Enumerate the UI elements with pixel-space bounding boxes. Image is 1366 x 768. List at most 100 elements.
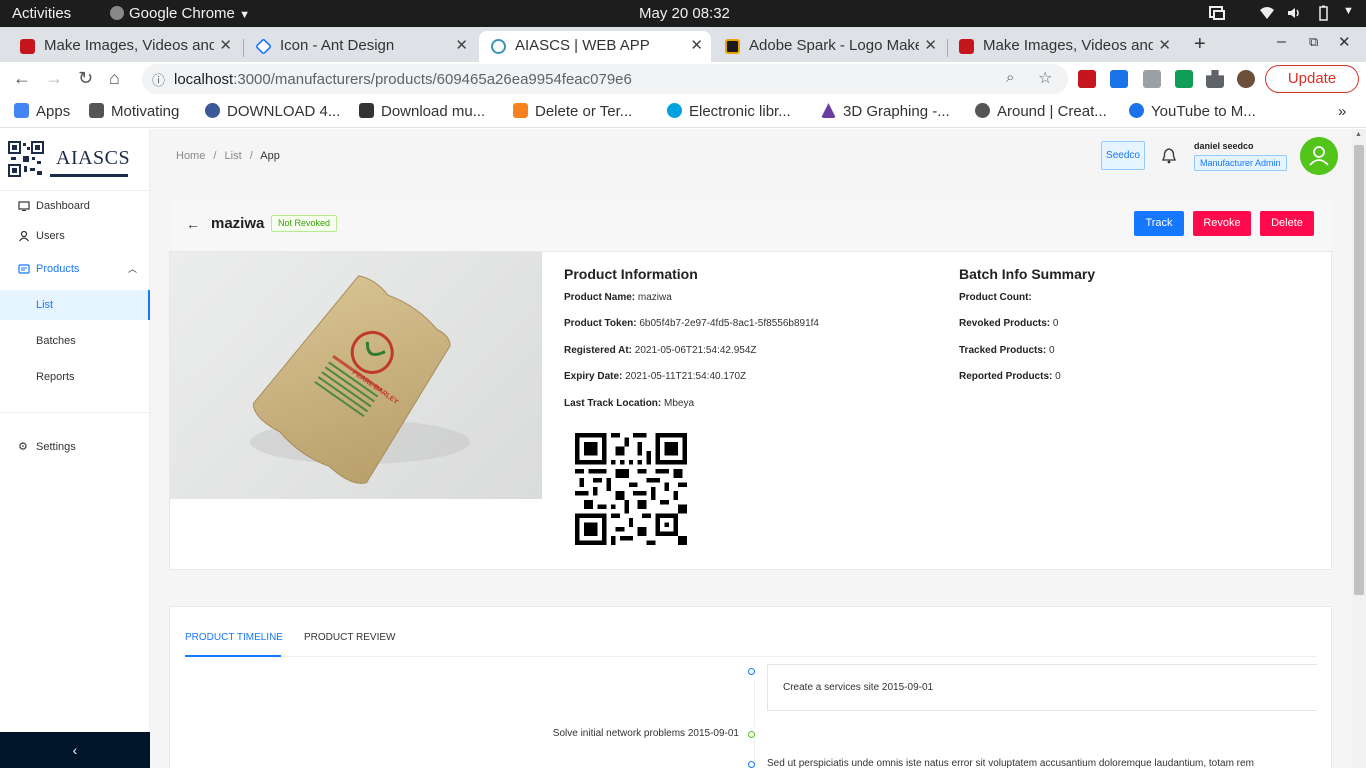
site-favicon-icon — [513, 103, 528, 118]
battery-icon[interactable] — [1315, 5, 1331, 21]
tab-title: Icon - Ant Design — [280, 37, 395, 54]
zoom-icon[interactable]: ⌕ — [1006, 69, 1014, 86]
sidebar-item-users[interactable]: Users — [0, 221, 150, 251]
page-scrollbar[interactable]: ▲ — [1352, 129, 1366, 768]
minimize-icon[interactable]: – — [1277, 33, 1286, 51]
update-button[interactable]: Update — [1265, 65, 1359, 93]
app-menu[interactable]: Google Chrome ▼ — [110, 5, 250, 22]
tab-active-indicator — [185, 655, 281, 657]
extension-icon[interactable] — [1175, 70, 1193, 88]
field-value: 0 — [1052, 318, 1059, 329]
bell-icon[interactable] — [1162, 148, 1176, 164]
bookmark-item[interactable]: DOWNLOAD 4... — [205, 103, 340, 120]
sidebar-item-dashboard[interactable]: Dashboard — [0, 191, 150, 221]
forward-icon[interactable]: → — [45, 68, 63, 89]
bookmark-item[interactable]: YouTube to M... — [1129, 103, 1256, 120]
timeline-event-box: Create a services site 2015-09-01 — [767, 664, 1317, 711]
bookmark-item[interactable]: Around | Creat... — [975, 103, 1107, 120]
home-icon[interactable]: ⌂ — [109, 68, 120, 89]
wifi-icon[interactable] — [1259, 5, 1275, 21]
activities-button[interactable]: Activities — [12, 5, 71, 22]
browser-tab[interactable]: Adobe Spark - Logo Make ✕ — [713, 31, 945, 62]
bookmark-star-icon[interactable]: ☆ — [1038, 68, 1052, 88]
timeline-event-text: Sed ut perspiciatis unde omnis iste natu… — [767, 758, 1254, 768]
puzzle-icon[interactable] — [1206, 70, 1224, 88]
browser-tab[interactable]: Make Images, Videos and ✕ — [8, 31, 240, 62]
address-bar[interactable]: ⓘ localhost:3000/manufacturers/products/… — [142, 64, 1068, 94]
close-icon[interactable]: ✕ — [690, 36, 703, 54]
bookmark-item[interactable]: 3D Graphing -... — [821, 103, 950, 120]
clock[interactable]: May 20 08:32 — [639, 5, 730, 22]
bookmark-label: DOWNLOAD 4... — [227, 103, 341, 120]
restore-icon[interactable]: ⧉ — [1309, 34, 1318, 50]
field-value: maziwa — [637, 292, 672, 303]
product-name-field: Product Name: maziwa — [564, 292, 672, 303]
site-favicon-icon — [205, 103, 220, 118]
tab-product-review[interactable]: PRODUCT REVIEW — [304, 632, 396, 643]
breadcrumb-home[interactable]: Home — [176, 150, 205, 162]
back-icon[interactable]: ← — [13, 68, 31, 89]
track-button[interactable]: Track — [1134, 211, 1184, 236]
user-name: daniel seedco — [1194, 141, 1254, 151]
sidebar-item-products[interactable]: Products ︿ — [0, 254, 150, 284]
new-tab-plus-icon[interactable]: + — [1194, 33, 1206, 56]
sidebar-item-label: Products — [36, 263, 80, 275]
browser-tab-active[interactable]: AIASCS | WEB APP ✕ — [479, 31, 711, 62]
browser-tab[interactable]: Make Images, Videos and ✕ — [947, 31, 1179, 62]
sidebar-item-label: Batches — [36, 335, 76, 347]
bookmarks-overflow-icon[interactable]: » — [1338, 103, 1346, 120]
delete-button[interactable]: Delete — [1260, 211, 1314, 236]
sidebar-item-reports[interactable]: Reports — [0, 362, 150, 392]
react-favicon-icon — [491, 39, 506, 54]
bookmark-apps[interactable]: Apps — [14, 103, 70, 120]
reload-icon[interactable]: ↻ — [78, 68, 93, 89]
scrollbar-thumb[interactable] — [1354, 145, 1364, 595]
bookmark-label: YouTube to M... — [1151, 103, 1256, 120]
products-icon — [18, 264, 30, 274]
bookmark-folder[interactable]: Motivating — [89, 103, 179, 120]
scroll-up-icon[interactable]: ▲ — [1355, 131, 1362, 138]
sidebar-item-batches[interactable]: Batches — [0, 326, 150, 356]
screen-icon[interactable] — [1209, 5, 1225, 21]
product-information-title: Product Information — [564, 266, 698, 282]
extension-icon[interactable] — [1110, 70, 1128, 88]
extension-icon[interactable] — [1143, 70, 1161, 88]
bookmark-item[interactable]: Download mu... — [359, 103, 485, 120]
system-menu-caret-icon[interactable]: ▼ — [1343, 5, 1354, 17]
close-icon[interactable]: ✕ — [924, 36, 937, 54]
app-logo[interactable]: AIASCS — [8, 141, 148, 181]
breadcrumb-list[interactable]: List — [225, 150, 242, 162]
product-count-field: Product Count: — [959, 292, 1032, 303]
last-track-location-field: Last Track Location: Mbeya — [564, 398, 694, 409]
back-arrow-icon[interactable]: ← — [186, 216, 200, 232]
bookmark-label: Around | Creat... — [997, 103, 1107, 120]
bookmarks-bar: Apps Motivating DOWNLOAD 4... Download m… — [0, 96, 1366, 128]
tracked-products-field: Tracked Products: 0 — [959, 345, 1055, 356]
avatar[interactable] — [1300, 137, 1338, 175]
url-path: :3000/manufacturers/products/609465a26ea… — [233, 71, 632, 88]
org-badge[interactable]: Seedco — [1101, 141, 1145, 170]
sidebar-item-settings[interactable]: ⚙ Settings — [0, 432, 150, 462]
bookmark-label: Electronic libr... — [689, 103, 791, 120]
url-text[interactable]: localhost:3000/manufacturers/products/60… — [174, 71, 632, 88]
field-value: Mbeya — [664, 398, 695, 409]
close-icon[interactable]: ✕ — [219, 36, 232, 54]
revoke-button[interactable]: Revoke — [1193, 211, 1251, 236]
browser-tab[interactable]: Icon - Ant Design ✕ — [244, 31, 476, 62]
bookmark-item[interactable]: Electronic libr... — [667, 103, 791, 120]
bookmark-label: 3D Graphing -... — [843, 103, 950, 120]
tab-product-timeline[interactable]: PRODUCT TIMELINE — [185, 632, 283, 643]
field-label: Expiry Date: — [564, 371, 623, 382]
bookmark-item[interactable]: Delete or Ter... — [513, 103, 632, 120]
extension-icon[interactable] — [1078, 70, 1096, 88]
window-close-icon[interactable]: ✕ — [1338, 33, 1351, 51]
sidebar-collapse-button[interactable]: ‹ — [0, 732, 150, 768]
info-icon[interactable]: ⓘ — [152, 70, 165, 89]
profile-avatar[interactable] — [1237, 70, 1255, 88]
user-role-tag: Manufacturer Admin — [1194, 155, 1287, 171]
volume-icon[interactable] — [1286, 5, 1302, 21]
close-icon[interactable]: ✕ — [1158, 36, 1171, 54]
close-icon[interactable]: ✕ — [455, 36, 468, 54]
sidebar-item-list[interactable]: List — [0, 290, 150, 320]
tab-title: AIASCS | WEB APP — [515, 37, 650, 54]
